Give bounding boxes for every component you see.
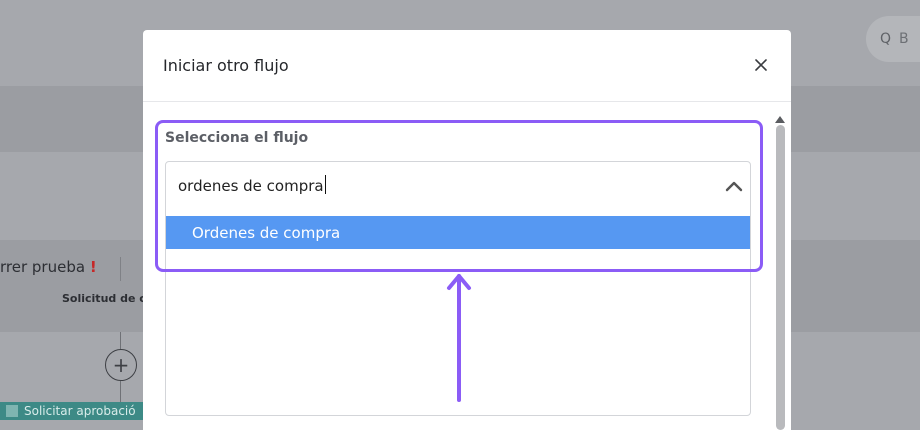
option-ordenes-de-compra[interactable]: Ordenes de compra: [166, 216, 750, 249]
modal-scrollbar-thumb[interactable]: [776, 125, 785, 430]
background-search-box: Q B: [866, 16, 920, 62]
flow-search-input[interactable]: ordenes de compra: [178, 175, 326, 195]
chevron-up-icon[interactable]: [724, 178, 744, 198]
background-column-label: Solicitud de c: [62, 292, 146, 305]
step-icon: [6, 405, 18, 417]
close-icon[interactable]: [749, 52, 773, 76]
warning-mark: !: [89, 258, 97, 276]
search-placeholder-partial: B: [899, 31, 909, 47]
flow-select-label: Selecciona el flujo: [165, 130, 309, 146]
background-test-label: rrer prueba !: [0, 258, 97, 276]
modal-title: Iniciar otro flujo: [163, 56, 289, 75]
background-approval-step: Solicitar aprobació: [0, 402, 146, 420]
search-icon: Q: [880, 31, 892, 47]
background-add-step-icon: +: [105, 349, 137, 381]
modal-header: Iniciar otro flujo: [143, 30, 791, 102]
background-flow-line-top: [120, 332, 121, 349]
arrow-up-icon: [446, 270, 472, 408]
background-divider: [120, 257, 121, 281]
text-caret: [324, 175, 326, 194]
background-flow-line-bottom: [120, 381, 121, 402]
